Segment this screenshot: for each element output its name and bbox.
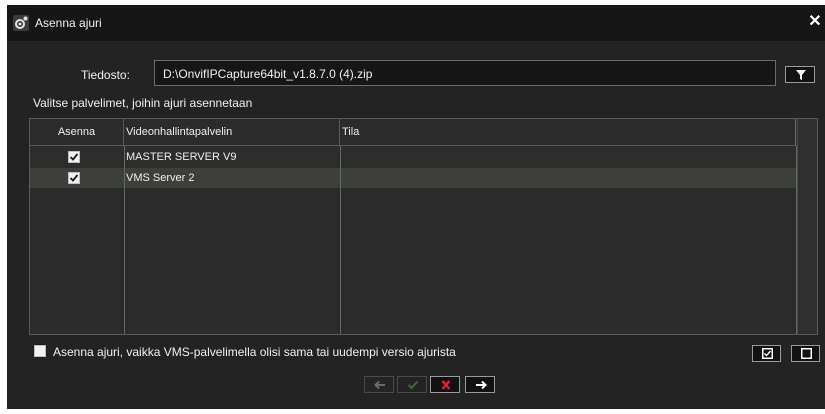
column-header-server[interactable]: Videonhallintapalvelin [124, 119, 340, 145]
checkmark-icon [69, 174, 79, 182]
install-driver-dialog: Asenna ajuri ✕ Tiedosto: D:\OnvifIPCaptu… [7, 5, 825, 409]
file-label: Tiedosto: [81, 68, 130, 82]
funnel-icon [796, 70, 806, 80]
force-install-checkbox[interactable] [34, 345, 46, 357]
next-button[interactable] [465, 376, 495, 393]
checkmark-icon [69, 153, 79, 161]
table-header: Asenna Videonhallintapalvelin Tila [30, 119, 797, 146]
arrow-right-icon [476, 380, 487, 390]
server-name: MASTER SERVER V9 [126, 151, 237, 163]
force-install-label: Asenna ajuri, vaikka VMS-palvelimella ol… [53, 345, 456, 359]
checked-box-icon [762, 348, 773, 359]
empty-box-icon [801, 348, 812, 359]
browse-button[interactable] [785, 66, 815, 83]
close-icon[interactable]: ✕ [807, 14, 823, 30]
checkmark-icon [407, 380, 419, 390]
ok-button[interactable] [397, 376, 427, 393]
window-title: Asenna ajuri [35, 16, 102, 30]
select-all-button[interactable] [752, 345, 781, 362]
settings-gear-icon [13, 15, 29, 31]
back-button[interactable] [364, 376, 394, 393]
server-name: VMS Server 2 [126, 172, 195, 184]
table-row[interactable]: VMS Server 2 [30, 168, 797, 188]
column-header-status[interactable]: Tila [340, 119, 796, 145]
column-divider [124, 146, 125, 334]
row-install-checkbox[interactable] [68, 151, 80, 163]
vertical-scrollbar[interactable] [797, 119, 817, 334]
column-divider [340, 146, 341, 334]
arrow-left-icon [374, 380, 385, 390]
instruction-text: Valitse palvelimet, joihin ajuri asennet… [33, 96, 253, 110]
row-install-checkbox[interactable] [68, 172, 80, 184]
column-header-install[interactable]: Asenna [30, 119, 124, 145]
x-icon [441, 380, 451, 390]
server-table: Asenna Videonhallintapalvelin Tila MASTE… [29, 118, 818, 335]
file-path-field[interactable]: D:\OnvifIPCapture64bit_v1.8.7.0 (4).zip [154, 60, 776, 86]
cancel-button[interactable] [430, 376, 460, 393]
table-row[interactable]: MASTER SERVER V9 [30, 147, 797, 167]
select-none-button[interactable] [791, 345, 820, 362]
title-bar: Asenna ajuri ✕ [7, 5, 825, 41]
